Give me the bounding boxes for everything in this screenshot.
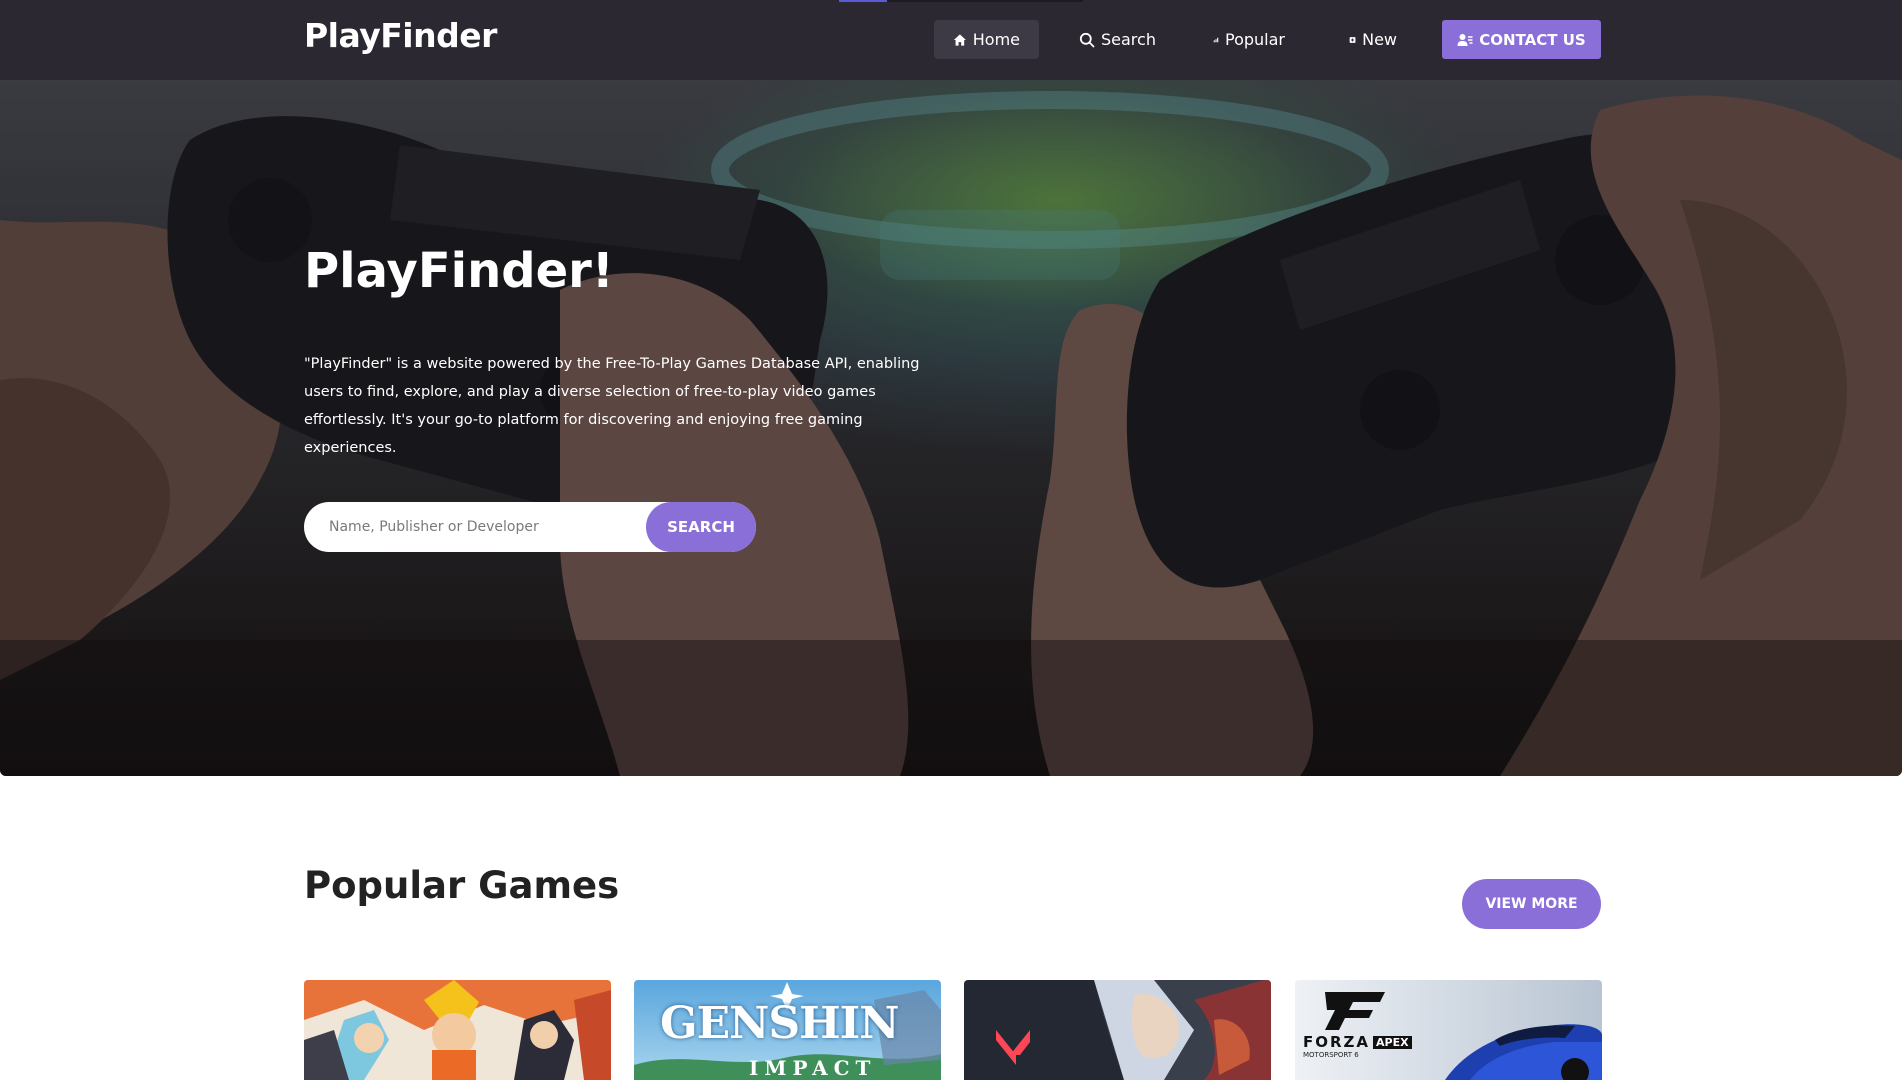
hero-overlay bbox=[0, 80, 1902, 776]
hero-description: "PlayFinder" is a website powered by the… bbox=[304, 356, 920, 456]
forza-logo-text: FORZA bbox=[1303, 1033, 1371, 1051]
nav-new[interactable]: New bbox=[1330, 20, 1416, 59]
home-icon bbox=[953, 33, 966, 46]
forza-subtitle: MOTORSPORT 6 bbox=[1303, 1051, 1359, 1059]
search-button[interactable]: SEARCH bbox=[646, 502, 756, 552]
naruto-artwork-image bbox=[304, 980, 611, 1080]
forza-artwork-image bbox=[1295, 980, 1602, 1080]
user-contact-icon bbox=[1457, 33, 1473, 46]
hero-search-bar: SEARCH bbox=[304, 502, 756, 552]
nav-popular[interactable]: Popular bbox=[1194, 20, 1304, 59]
game-card[interactable] bbox=[964, 980, 1271, 1080]
game-card[interactable]: FORZA APEX MOTORSPORT 6 bbox=[1295, 980, 1602, 1080]
contact-us-label: CONTACT US bbox=[1479, 30, 1586, 49]
hero-banner: PlayFinder! "PlayFinder" is a website po… bbox=[0, 80, 1902, 776]
hero-title: PlayFinder! bbox=[304, 243, 614, 299]
genshin-logo-text: GENSHIN bbox=[660, 998, 899, 1049]
search-icon bbox=[1079, 32, 1095, 47]
contact-us-button[interactable]: CONTACT US bbox=[1442, 20, 1601, 59]
brand-logo[interactable]: PlayFinder bbox=[304, 16, 497, 55]
nav-home[interactable]: Home bbox=[934, 20, 1039, 59]
progress-track bbox=[887, 0, 1083, 2]
chart-icon bbox=[1213, 37, 1219, 42]
popular-games-heading: Popular Games bbox=[304, 864, 620, 907]
nav-home-label: Home bbox=[972, 30, 1020, 49]
navbar: PlayFinder Home Search Popular New CONTA… bbox=[0, 0, 1902, 80]
forza-apex-badge: APEX bbox=[1373, 1036, 1412, 1049]
game-card[interactable]: GENSHIN IMPACT bbox=[634, 980, 941, 1080]
game-card[interactable] bbox=[304, 980, 611, 1080]
valorant-artwork-image bbox=[964, 980, 1271, 1080]
view-more-button[interactable]: VIEW MORE bbox=[1462, 879, 1601, 929]
progress-indicator bbox=[839, 0, 887, 2]
genshin-logo-subtext: IMPACT bbox=[749, 1056, 877, 1080]
nav-search-label: Search bbox=[1101, 30, 1156, 49]
nav-popular-label: Popular bbox=[1225, 30, 1285, 49]
nav-new-label: New bbox=[1362, 30, 1397, 49]
nav-search[interactable]: Search bbox=[1060, 20, 1180, 59]
game-search-input[interactable] bbox=[329, 519, 629, 535]
plus-square-icon bbox=[1349, 36, 1356, 43]
